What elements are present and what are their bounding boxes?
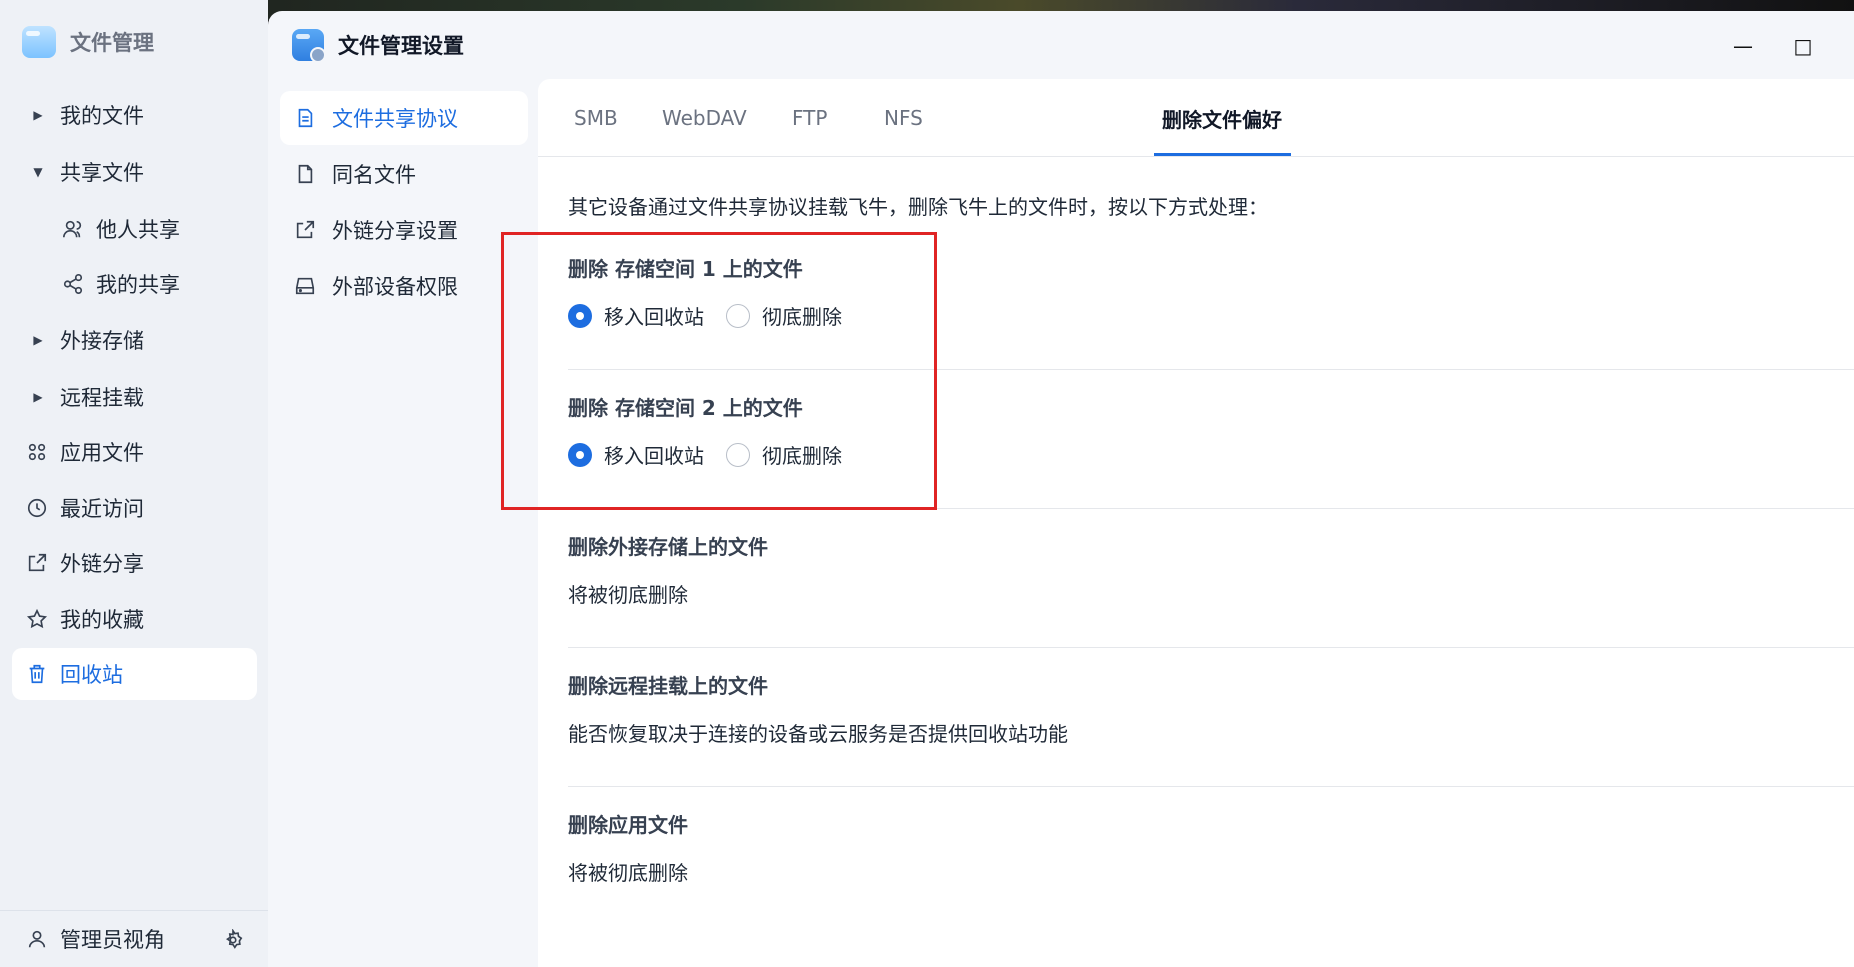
divider (568, 786, 1854, 787)
sidebar-item-label: 我的共享 (96, 273, 180, 297)
caret-down-icon: ▼ (33, 165, 43, 179)
apps-text: 将被彻底删除 (568, 861, 688, 885)
settings-item-external-device-permissions[interactable]: 外部设备权限 (280, 259, 528, 313)
sidebar-item-external-storage[interactable]: ▶ 外接存储 (12, 314, 257, 366)
settings-item-link-share-settings[interactable]: 外链分享设置 (280, 203, 528, 257)
settings-item-label: 外链分享设置 (332, 219, 458, 243)
tab-webdav[interactable]: WebDAV (662, 79, 747, 157)
sidebar-item-label: 共享文件 (60, 161, 144, 185)
caret-right-icon: ▶ (33, 108, 43, 122)
drive-icon (292, 273, 318, 299)
description-text: 其它设备通过文件共享协议挂载飞牛，删除飞牛上的文件时，按以下方式处理： (568, 195, 1268, 219)
external-link-icon (292, 217, 318, 243)
sidebar-item-favorites[interactable]: 我的收藏 (12, 593, 257, 645)
sidebar-item-remote-mount[interactable]: ▶ 远程挂载 (12, 371, 257, 423)
maximize-button[interactable]: □ (1788, 31, 1818, 61)
settings-item-label: 外部设备权限 (332, 275, 458, 299)
sidebar-item-label: 远程挂载 (60, 386, 144, 410)
highlight-annotation-box (501, 232, 937, 510)
external-text: 将被彻底删除 (568, 583, 688, 607)
active-tab-underline (1154, 153, 1291, 156)
users-icon (60, 216, 86, 242)
sidebar-item-label: 回收站 (60, 663, 123, 687)
window-title-bar: 文件管理设置 (292, 29, 464, 63)
tab-smb[interactable]: SMB (574, 79, 618, 157)
external-link-icon (24, 550, 50, 576)
sidebar-item-label: 我的文件 (60, 104, 144, 128)
settings-content-panel: SMB WebDAV FTP NFS 删除文件偏好 其它设备通过文件共享协议挂载… (538, 79, 1854, 967)
settings-item-file-sharing-protocol[interactable]: 文件共享协议 (280, 91, 528, 145)
sidebar-item-label: 我的收藏 (60, 608, 144, 632)
minimize-button[interactable]: — (1728, 31, 1758, 61)
sidebar-item-recycle-bin[interactable]: 回收站 (12, 648, 257, 700)
sidebar-item-label: 应用文件 (60, 441, 144, 465)
settings-nav: 文件共享协议 同名文件 外链分享设置 外部设备权限 (280, 91, 528, 315)
sidebar-item-app-files[interactable]: 应用文件 (12, 426, 257, 478)
tab-ftp[interactable]: FTP (792, 79, 827, 157)
app-header: 文件管理 (22, 22, 154, 62)
settings-item-label: 文件共享协议 (332, 107, 458, 131)
folder-icon (22, 26, 56, 58)
sidebar-item-shared-files[interactable]: ▼ 共享文件 (12, 146, 257, 198)
sidebar-item-label: 外接存储 (60, 329, 144, 353)
settings-item-label: 同名文件 (332, 163, 416, 187)
settings-item-duplicate-files[interactable]: 同名文件 (280, 147, 528, 201)
trash-icon (24, 661, 50, 687)
document-icon (292, 105, 318, 131)
admin-view-label: 管理员视角 (60, 928, 165, 952)
sidebar-item-link-shares[interactable]: 外链分享 (12, 537, 257, 589)
sidebar-item-recent[interactable]: 最近访问 (12, 482, 257, 534)
sidebar-item-my-files[interactable]: ▶ 我的文件 (12, 89, 257, 141)
app-title: 文件管理 (70, 31, 154, 55)
sidebar-item-my-shares[interactable]: 我的共享 (12, 258, 257, 310)
caret-right-icon: ▶ (33, 390, 43, 404)
protocol-tabs: SMB WebDAV FTP NFS 删除文件偏好 (538, 79, 1854, 157)
tab-nfs[interactable]: NFS (884, 79, 923, 157)
clock-icon (24, 495, 50, 521)
apps-icon (24, 439, 50, 465)
file-manager-sidebar: 文件管理 ▶ 我的文件 ▼ 共享文件 他人共享 我的共享 ▶ 外接存储 ▶ 远程… (0, 0, 268, 967)
admin-view-bar[interactable]: 管理员视角 (0, 910, 268, 967)
apps-title: 删除应用文件 (568, 813, 688, 837)
remote-text: 能否恢复取决于连接的设备或云服务是否提供回收站功能 (568, 722, 1068, 746)
file-icon (292, 161, 318, 187)
remote-title: 删除远程挂载上的文件 (568, 674, 768, 698)
gear-icon[interactable] (220, 927, 246, 953)
share-icon (60, 271, 86, 297)
divider (568, 647, 1854, 648)
window-title: 文件管理设置 (338, 34, 464, 58)
settings-folder-icon (292, 29, 326, 63)
star-icon (24, 606, 50, 632)
sidebar-item-label: 外链分享 (60, 552, 144, 576)
tab-delete-preference[interactable]: 删除文件偏好 (1162, 79, 1282, 157)
sidebar-item-label: 他人共享 (96, 218, 180, 242)
external-title: 删除外接存储上的文件 (568, 535, 768, 559)
user-icon (24, 926, 50, 952)
sidebar-item-shared-with-me[interactable]: 他人共享 (12, 203, 257, 255)
caret-right-icon: ▶ (33, 333, 43, 347)
sidebar-item-label: 最近访问 (60, 497, 144, 521)
